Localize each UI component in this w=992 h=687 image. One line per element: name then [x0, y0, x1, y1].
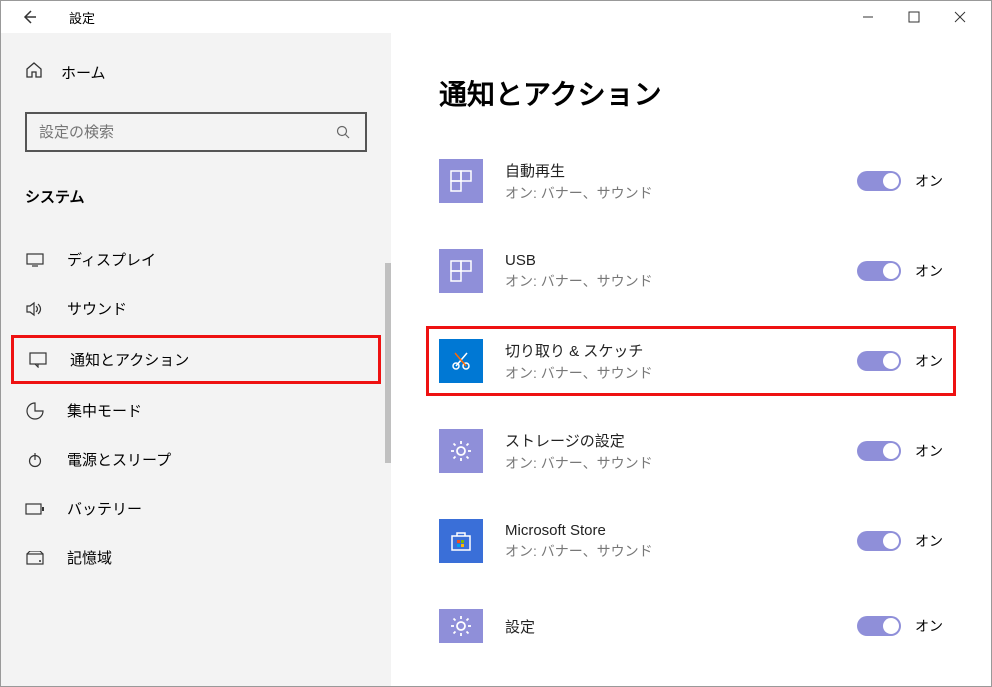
app-subtitle: オン: バナー、サウンド: [505, 363, 835, 383]
sidebar-item-label: ディスプレイ: [67, 249, 156, 270]
app-row-settings[interactable]: 設定 オン: [439, 609, 943, 643]
toggle-switch[interactable]: [857, 616, 901, 636]
maximize-button[interactable]: [891, 1, 937, 33]
app-row-ms-store[interactable]: Microsoft Store オン: バナー、サウンド オン: [439, 519, 943, 563]
battery-icon: [25, 503, 45, 515]
gear-icon: [439, 609, 483, 643]
toggle-label: オン: [915, 351, 943, 371]
search-input[interactable]: [39, 124, 333, 141]
sound-icon: [25, 301, 45, 317]
toggle-switch[interactable]: [857, 531, 901, 551]
app-subtitle: オン: バナー、サウンド: [505, 541, 835, 561]
back-button[interactable]: [9, 1, 49, 33]
storage-icon: [25, 551, 45, 565]
toggle-switch[interactable]: [857, 441, 901, 461]
notifications-icon: [28, 352, 48, 368]
app-row-usb[interactable]: USB オン: バナー、サウンド オン: [439, 249, 943, 293]
sidebar: ホーム システム ディスプレイ サウンド 通知とアクション 集中モード: [1, 33, 391, 686]
toggle-label: オン: [915, 261, 943, 281]
sidebar-item-display[interactable]: ディスプレイ: [1, 235, 391, 284]
app-subtitle: オン: バナー、サウンド: [505, 453, 835, 473]
focus-icon: [25, 402, 45, 420]
sidebar-item-storage[interactable]: 記憶域: [1, 533, 391, 582]
sidebar-item-label: 通知とアクション: [70, 349, 189, 370]
sidebar-item-notifications[interactable]: 通知とアクション: [11, 335, 381, 384]
toggle-switch[interactable]: [857, 351, 901, 371]
app-name: ストレージの設定: [505, 430, 835, 451]
close-button[interactable]: [937, 1, 983, 33]
gear-icon: [439, 429, 483, 473]
app-row-snip-sketch[interactable]: 切り取り & スケッチ オン: バナー、サウンド オン: [426, 326, 956, 396]
sidebar-item-focus[interactable]: 集中モード: [1, 386, 391, 435]
snip-sketch-icon: [439, 339, 483, 383]
sidebar-item-sound[interactable]: サウンド: [1, 284, 391, 333]
search-box[interactable]: [25, 112, 367, 152]
minimize-button[interactable]: [845, 1, 891, 33]
toggle-label: オン: [915, 531, 943, 551]
sidebar-item-label: 集中モード: [67, 400, 142, 421]
power-icon: [25, 452, 45, 468]
app-subtitle: オン: バナー、サウンド: [505, 183, 835, 203]
toggle-label: オン: [915, 441, 943, 461]
store-icon: [439, 519, 483, 563]
content-pane: 通知とアクション 自動再生 オン: バナー、サウンド オン: [391, 33, 991, 686]
toggle-switch[interactable]: [857, 171, 901, 191]
app-row-autoplay[interactable]: 自動再生 オン: バナー、サウンド オン: [439, 159, 943, 203]
section-system: システム: [1, 176, 391, 217]
sidebar-item-power[interactable]: 電源とスリープ: [1, 435, 391, 484]
sidebar-item-label: サウンド: [67, 298, 127, 319]
display-icon: [25, 253, 45, 267]
search-icon: [333, 125, 353, 140]
home-icon: [25, 61, 43, 84]
window-title: 設定: [69, 8, 95, 27]
home-label: ホーム: [61, 62, 106, 83]
sidebar-item-label: 電源とスリープ: [67, 449, 171, 470]
app-name: 設定: [505, 616, 835, 637]
app-row-storage-settings[interactable]: ストレージの設定 オン: バナー、サウンド オン: [439, 429, 943, 473]
app-name: 自動再生: [505, 160, 835, 181]
usb-icon: [439, 249, 483, 293]
app-name: USB: [505, 252, 835, 269]
sidebar-scrollbar[interactable]: [385, 263, 391, 463]
autoplay-icon: [439, 159, 483, 203]
page-heading: 通知とアクション: [439, 73, 943, 113]
home-link[interactable]: ホーム: [1, 51, 391, 94]
sidebar-item-battery[interactable]: バッテリー: [1, 484, 391, 533]
app-name: 切り取り & スケッチ: [505, 340, 835, 361]
sidebar-item-label: 記憶域: [67, 547, 112, 568]
sidebar-item-label: バッテリー: [67, 498, 142, 519]
app-subtitle: オン: バナー、サウンド: [505, 271, 835, 291]
titlebar: 設定: [1, 1, 991, 33]
toggle-label: オン: [915, 171, 943, 191]
app-name: Microsoft Store: [505, 522, 835, 539]
toggle-label: オン: [915, 616, 943, 636]
toggle-switch[interactable]: [857, 261, 901, 281]
